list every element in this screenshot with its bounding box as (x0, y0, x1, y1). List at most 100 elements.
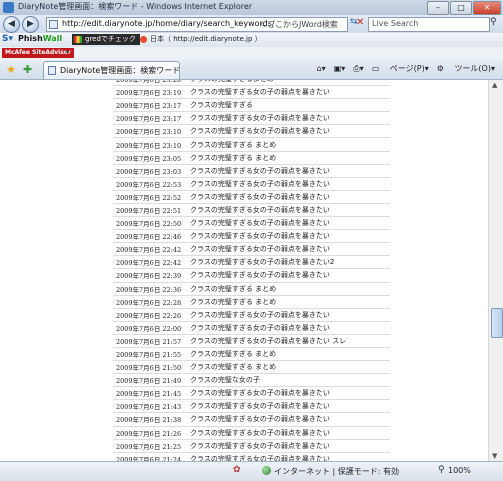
row-date: 2009年7月6日 23:10 (113, 137, 186, 152)
row-date: 2009年7月6日 22:36 (113, 282, 186, 296)
table-row: 2009年7月6日 21:43 クラスの完璧すぎる女の子の弱点を暴きたい (113, 399, 390, 414)
maximize-button[interactable]: □ (450, 1, 472, 15)
zoom-level[interactable]: 100% (448, 466, 471, 475)
minimize-button[interactable]: – (427, 1, 449, 15)
japan-status-icon (140, 36, 147, 43)
internet-zone-icon (262, 466, 271, 475)
scroll-up-icon[interactable]: ▲ (492, 81, 497, 89)
status-bar: ✿ インターネット | 保護モード: 有効 ⚲ 100% (0, 461, 503, 481)
table-row: 2009年7月6日 21:25 クラスの完璧すぎる女の子の弱点を暴きたい (113, 439, 390, 453)
tools-menu[interactable]: ⚙ ツール(O)▾ (437, 63, 495, 74)
table-row: 2009年7月6日 23:03 クラスの完璧すぎる女の子の弱点を暴きたい (113, 164, 390, 178)
page-menu-label: ページ(P) (389, 64, 425, 73)
row-date: 2009年7月6日 23:17 (113, 98, 186, 113)
row-date: 2009年7月6日 23:05 (113, 151, 186, 165)
row-date: 2009年7月6日 22:42 (113, 255, 186, 270)
table-row: 2009年7月6日 23:19 クラスの完璧すぎる女の子の弱点を暴きたい (113, 85, 390, 100)
window-title: DiaryNote管理画面：検索ワード - Windows Internet E… (18, 2, 253, 11)
table-row: 2009年7月6日 21:24 クラスの完璧すぎる女の子の弱点を暴きたい (113, 452, 390, 461)
popup-blocker-icon: ✿ (233, 465, 241, 475)
row-date: 2009年7月6日 21:49 (113, 373, 186, 388)
row-date: 2009年7月6日 22:26 (113, 308, 186, 322)
table-row: 2009年7月6日 23:10 クラスの完璧すぎる女の子の弱点を暴きたい (113, 124, 390, 139)
table-row: 2009年7月6日 22:51 クラスの完璧すぎる女の子の弱点を暴きたい (113, 203, 390, 218)
row-date: 2009年7月6日 22:42 (113, 242, 186, 257)
row-date: 2009年7月6日 22:28 (113, 295, 186, 309)
row-date: 2009年7月6日 21:50 (113, 360, 186, 375)
close-button[interactable]: ✕ (473, 1, 501, 15)
row-date: 2009年7月6日 22:46 (113, 229, 186, 244)
s-logo-button[interactable]: S▾ (2, 34, 13, 44)
vertical-scrollbar[interactable]: ▲ ▼ (488, 80, 503, 461)
row-keyword: クラスの完璧すぎる まとめ (186, 151, 390, 165)
feeds-icon[interactable]: ▣▾ (334, 64, 346, 73)
mcafee-siteadvisor-button[interactable]: McAfee SiteAdvisor (2, 48, 74, 58)
address-row: ◀ ▶ http://edit.diarynote.jp/home/diary/… (0, 15, 503, 33)
page-menu[interactable]: ▭ ページ(P)▾ (372, 63, 429, 74)
stop-icon[interactable]: ✕ (356, 17, 364, 28)
row-keyword: クラスの完璧すぎる女の子の弱点を暴きたい (186, 426, 390, 440)
ie-app-icon (3, 2, 14, 13)
row-keyword: クラスの完璧すぎる女の子の弱点を暴きたい (186, 229, 390, 244)
window-controls: – □ ✕ (426, 1, 501, 15)
table-row: 2009年7月6日 22:26 クラスの完璧すぎる女の子の弱点を暴きたい (113, 308, 390, 322)
row-date: 2009年7月6日 22:52 (113, 190, 186, 204)
table-row: 2009年7月6日 21:57 クラスの完璧すぎる女の子の弱点を暴きたい スレ (113, 334, 390, 348)
add-favorites-icon[interactable]: ✚ (23, 63, 32, 76)
row-date: 2009年7月6日 21:43 (113, 399, 186, 414)
row-keyword: クラスの完璧すぎる (186, 98, 390, 113)
row-keyword: クラスの完璧すぎる まとめ (186, 295, 390, 309)
favorites-star-icon[interactable]: ★ (6, 63, 16, 76)
row-date: 2009年7月6日 21:38 (113, 412, 186, 427)
table-row: 2009年7月6日 23:10 クラスの完璧すぎる まとめ (113, 137, 390, 152)
row-date: 2009年7月6日 23:10 (113, 124, 186, 139)
table-row: 2009年7月6日 22:42 クラスの完璧すぎる女の子の弱点を暴きたい2 (113, 255, 390, 270)
row-keyword: クラスの完璧すぎる女の子の弱点を暴きたい (186, 242, 390, 257)
scroll-thumb[interactable] (491, 308, 503, 338)
row-keyword: クラスの完璧すぎる女の子の弱点を暴きたい (186, 190, 390, 204)
back-button[interactable]: ◀ (3, 16, 20, 33)
table-row: 2009年7月6日 23:17 クラスの完璧すぎる女の子の弱点を暴きたい (113, 111, 390, 126)
japan-site-label: 日本（ http://edit.diarynote.jp ） (150, 35, 262, 43)
row-keyword: クラスの完璧すぎる女の子の弱点を暴きたい (186, 321, 390, 335)
phishwall-button[interactable]: PhishWall (18, 34, 62, 43)
tab-row: ★ ✚ DiaryNote管理画面：検索ワード ⌂▾ ▣▾ ⎙▾ ▭ ページ(P… (0, 60, 503, 80)
row-keyword: クラスの完璧すぎる まとめ (186, 347, 390, 362)
gred-label: gredでチェック (85, 35, 136, 43)
mcafee-toolbar: McAfee SiteAdvisor ▾ (0, 47, 503, 61)
row-date: 2009年7月6日 21:24 (113, 452, 186, 461)
row-date: 2009年7月6日 22:51 (113, 203, 186, 218)
row-date: 2009年7月6日 23:17 (113, 111, 186, 126)
row-keyword: クラスの完璧すぎる女の子の弱点を暴きたい (186, 111, 390, 126)
row-keyword: クラスの完璧すぎる女の子の弱点を暴きたい (186, 216, 390, 231)
row-keyword: クラスの完璧すぎる まとめ (186, 360, 390, 375)
tab-label: DiaryNote管理画面：検索ワード (60, 66, 181, 75)
scroll-down-icon[interactable]: ▼ (492, 452, 497, 460)
search-input[interactable]: Live Search (368, 17, 490, 32)
tab-page-icon (48, 66, 56, 75)
page-content: 2009年7月6日 23:20クラスの完璧すぎるまとめ2009年7月6日 23:… (0, 80, 488, 461)
table-row: 2009年7月6日 22:52 クラスの完璧すぎる女の子の弱点を暴きたい (113, 190, 390, 204)
tab-current[interactable]: DiaryNote管理画面：検索ワード (43, 61, 180, 79)
address-bar[interactable]: http://edit.diarynote.jp/home/diary/sear… (46, 17, 348, 32)
page-icon (49, 20, 58, 29)
mcafee-dropdown-icon[interactable]: ▾ (66, 48, 70, 56)
gred-check-button[interactable]: gredでチェック (72, 34, 140, 45)
forward-button[interactable]: ▶ (22, 16, 39, 33)
home-icon[interactable]: ⌂▾ (317, 64, 326, 73)
print-icon[interactable]: ⎙▾ (353, 64, 363, 74)
row-keyword: クラスの完璧な女の子 (186, 373, 390, 388)
phishwall-text-b: Wall (42, 34, 63, 43)
row-keyword: クラスの完璧すぎる女の子の弱点を暴きたい (186, 439, 390, 453)
table-row: 2009年7月6日 23:05 クラスの完璧すぎる まとめ (113, 151, 390, 165)
table-row: 2009年7月6日 22:00 クラスの完璧すぎる女の子の弱点を暴きたい (113, 321, 390, 335)
row-date: 2009年7月6日 21:45 (113, 386, 186, 401)
zoom-icon[interactable]: ⚲ (438, 465, 445, 475)
row-keyword: クラスの完璧すぎる女の子の弱点を暴きたい (186, 85, 390, 100)
row-date: 2009年7月6日 22:39 (113, 268, 186, 283)
search-placeholder: Live Search (372, 19, 419, 28)
row-date: 2009年7月6日 21:55 (113, 347, 186, 362)
address-url[interactable]: http://edit.diarynote.jp/home/diary/sear… (62, 19, 275, 28)
search-icon[interactable]: ⚲ (490, 17, 497, 27)
table-row: 2009年7月6日 23:17 クラスの完璧すぎる (113, 98, 390, 113)
